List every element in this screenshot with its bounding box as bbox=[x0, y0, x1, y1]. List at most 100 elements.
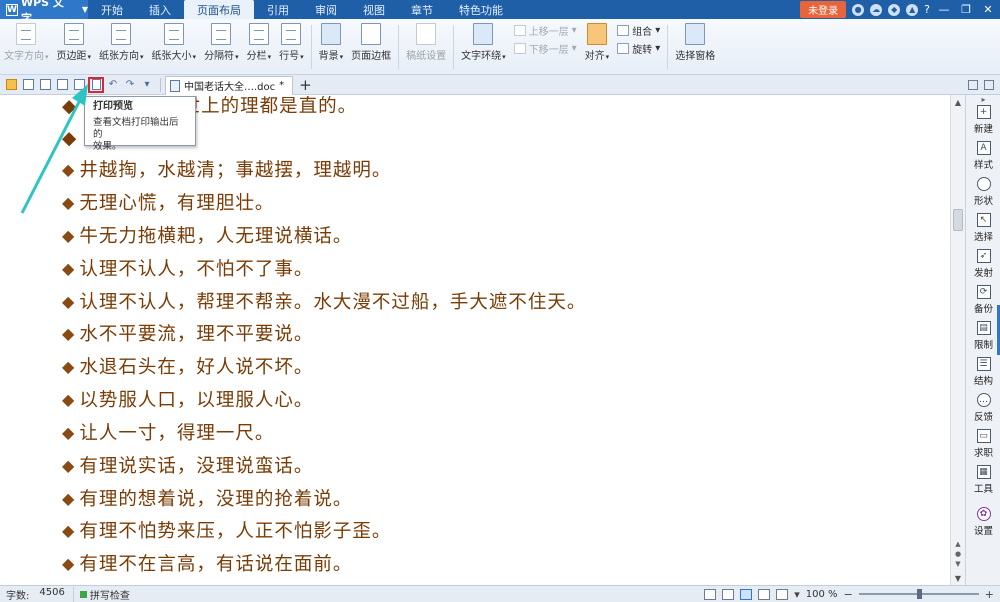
print-preview-icon[interactable] bbox=[88, 76, 104, 93]
web-view-icon[interactable] bbox=[776, 588, 789, 600]
rotate-button[interactable]: 旋转 ▾ bbox=[617, 41, 660, 56]
orientation-button[interactable]: 纸张方向▾ bbox=[95, 23, 148, 62]
text-wrap-button[interactable]: 文字环绕▾ bbox=[457, 23, 510, 62]
task-restrict[interactable]: ▤ 限制 bbox=[966, 321, 1000, 357]
feedback-icon: … bbox=[976, 393, 991, 407]
scroll-up-icon[interactable]: ▲ bbox=[951, 95, 965, 109]
tab-page-layout[interactable]: 页面布局 bbox=[184, 0, 254, 19]
task-style[interactable]: A 样式 bbox=[966, 141, 1000, 177]
line-numbers-button[interactable]: 行号▾ bbox=[275, 23, 308, 62]
task-shape[interactable]: 形状 bbox=[966, 177, 1000, 213]
bullet-icon: ◆ bbox=[62, 389, 76, 409]
quick-access-toolbar: ↶ ↷ ▾ 中国老话大全….doc * + bbox=[0, 75, 1000, 95]
paper-size-button[interactable]: 纸张大小▾ bbox=[148, 23, 201, 62]
document-area[interactable]: ◆ 情是弯的，世上的理都是直的。 ◆ 人无二理。 ◆井越掏，水越清；事越摆，理越… bbox=[0, 95, 950, 585]
open-icon[interactable] bbox=[3, 77, 19, 93]
task-backup[interactable]: ⟳ 备份 bbox=[966, 285, 1000, 321]
tab-special-features[interactable]: 特色功能 bbox=[446, 0, 516, 19]
align-button[interactable]: 对齐▾ bbox=[581, 23, 614, 62]
tab-chapter[interactable]: 章节 bbox=[398, 0, 446, 19]
close-icon[interactable]: ✕ bbox=[980, 3, 996, 17]
margins-button[interactable]: 页边距▾ bbox=[53, 23, 96, 62]
breaks-button[interactable]: 分隔符▾ bbox=[200, 23, 243, 62]
select-browse-icon[interactable]: ● bbox=[951, 549, 965, 559]
document-line: ◆ 牛无力拖横耙，人无理说横话。 bbox=[62, 225, 353, 248]
task-jobs[interactable]: ▭ 求职 bbox=[966, 429, 1000, 465]
modified-mark: * bbox=[279, 80, 285, 91]
zoom-in-icon[interactable]: + bbox=[985, 588, 994, 601]
format-painter-icon[interactable] bbox=[71, 77, 87, 93]
task-select[interactable]: ↖ 选择 bbox=[966, 213, 1000, 249]
scroll-down-icon[interactable]: ▼ bbox=[951, 571, 965, 585]
margins-label: 页边距▾ bbox=[56, 51, 92, 62]
document-tab[interactable]: 中国老话大全….doc * bbox=[165, 75, 294, 95]
tab-review[interactable]: 审阅 bbox=[302, 0, 350, 19]
toolbar-separator bbox=[160, 77, 161, 92]
task-settings[interactable]: ✿ 设置 bbox=[966, 507, 1000, 543]
selection-pane-button[interactable]: 选择窗格 bbox=[671, 23, 719, 62]
task-structure[interactable]: ☰ 结构 bbox=[966, 357, 1000, 393]
cloud-icon[interactable]: ☁ bbox=[870, 3, 883, 16]
tab-view[interactable]: 视图 bbox=[350, 0, 398, 19]
export-pdf-icon[interactable] bbox=[37, 77, 53, 93]
margins-icon bbox=[63, 23, 84, 45]
group-icon bbox=[617, 25, 630, 36]
collapse-pane-icon[interactable]: ▸ bbox=[966, 95, 1000, 105]
scroll-thumb[interactable] bbox=[953, 209, 963, 231]
bring-forward-button[interactable]: 上移一层 ▾ bbox=[513, 23, 577, 38]
full-screen-view-icon[interactable] bbox=[704, 588, 717, 600]
page-border-button[interactable]: 页面边框 bbox=[347, 23, 395, 62]
task-tools[interactable]: ▦ 工具 bbox=[966, 465, 1000, 501]
vertical-scrollbar[interactable]: ▲ ▲ ● ▼ ▼ bbox=[950, 95, 965, 585]
restore-icon[interactable]: ❐ bbox=[958, 3, 974, 17]
next-page-icon[interactable]: ▼ bbox=[951, 559, 965, 569]
reading-view-icon[interactable] bbox=[722, 588, 735, 600]
group-button[interactable]: 组合 ▾ bbox=[617, 23, 660, 38]
task-feedback[interactable]: … 反馈 bbox=[966, 393, 1000, 429]
up-icon[interactable]: ▲ bbox=[906, 3, 919, 16]
manuscript-settings-button[interactable]: 稿纸设置 bbox=[402, 23, 450, 62]
task-pane: ▸ + 新建 A 样式 形状 ↖ 选择 ➶ 发射 ⟳ 备份 ▤ 限制 ☰ 结构 … 反馈 ▭ 求职… bbox=[965, 95, 1000, 585]
zoom-level[interactable]: 100 % bbox=[806, 589, 838, 600]
minimize-icon[interactable]: — bbox=[936, 3, 952, 17]
new-tab-button[interactable]: + bbox=[299, 76, 312, 94]
outline-view-icon[interactable] bbox=[758, 588, 771, 600]
spell-check-button[interactable]: 拼写检查 bbox=[72, 586, 130, 602]
skin-icon[interactable]: ● bbox=[852, 3, 865, 16]
print-icon[interactable] bbox=[54, 77, 70, 93]
save-icon[interactable] bbox=[20, 77, 36, 93]
word-count[interactable]: 字数: 4506 bbox=[6, 587, 65, 602]
tab-references[interactable]: 引用 bbox=[254, 0, 302, 19]
task-new[interactable]: + 新建 bbox=[966, 105, 1000, 141]
zoom-slider[interactable] bbox=[858, 589, 979, 599]
background-button[interactable]: 背景▾ bbox=[315, 23, 348, 62]
app-menu-button[interactable]: W WPS 文字 ▼ bbox=[0, 0, 88, 25]
document-icon bbox=[170, 79, 180, 92]
zoom-out-icon[interactable]: − bbox=[844, 588, 853, 601]
customize-toolbar-icon[interactable]: ▾ bbox=[139, 77, 155, 93]
previous-page-icon[interactable]: ▲ bbox=[951, 539, 965, 549]
tab-start[interactable]: 开始 bbox=[88, 0, 136, 19]
toolbox-icon: ▦ bbox=[976, 465, 991, 479]
tab-insert[interactable]: 插入 bbox=[136, 0, 184, 19]
login-button[interactable]: 未登录 bbox=[800, 1, 847, 18]
text-direction-button[interactable]: 文字方向▾ bbox=[0, 23, 53, 62]
page-view-icon[interactable] bbox=[740, 588, 753, 600]
task-send[interactable]: ➶ 发射 bbox=[966, 249, 1000, 285]
undo-icon[interactable]: ↶ bbox=[105, 77, 121, 93]
wps-logo-icon: W bbox=[6, 3, 18, 16]
word-count-value: 4506 bbox=[39, 586, 65, 598]
columns-button[interactable]: 分栏▾ bbox=[243, 23, 276, 62]
paper-size-icon bbox=[163, 23, 184, 45]
shirt-icon[interactable]: ◆ bbox=[888, 3, 901, 16]
send-backward-icon bbox=[513, 43, 526, 54]
tab-list-icon[interactable] bbox=[968, 79, 978, 90]
manuscript-label: 稿纸设置 bbox=[406, 51, 447, 62]
redo-icon[interactable]: ↷ bbox=[122, 77, 138, 93]
zoom-slider-thumb[interactable] bbox=[916, 589, 922, 599]
zoom-dropdown-icon[interactable]: ▾ bbox=[794, 588, 800, 601]
tab-close-icon[interactable] bbox=[984, 79, 994, 90]
help-button[interactable]: ? bbox=[924, 3, 930, 16]
title-bar: W WPS 文字 ▼ 开始 插入 页面布局 引用 审阅 视图 章节 特色功能 未… bbox=[0, 0, 1000, 25]
send-backward-button[interactable]: 下移一层 ▾ bbox=[513, 41, 577, 56]
